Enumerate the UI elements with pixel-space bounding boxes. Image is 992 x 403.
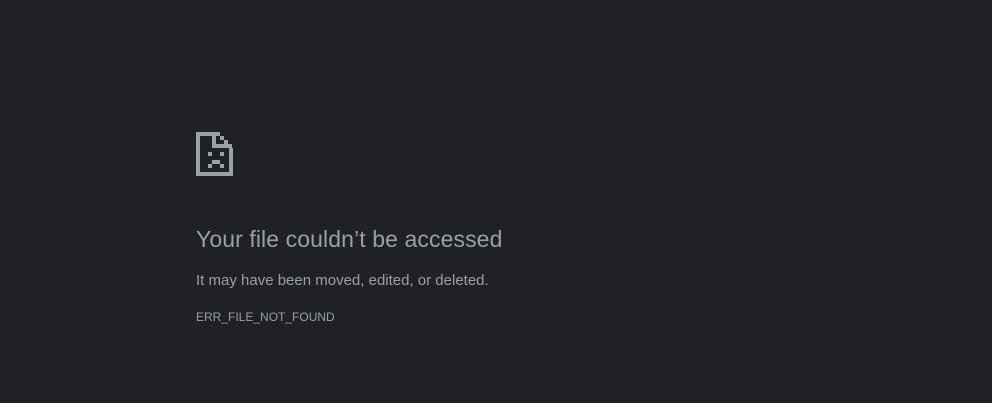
error-message: It may have been moved, edited, or delet… bbox=[196, 272, 489, 289]
sad-file-icon bbox=[196, 132, 233, 176]
error-title: Your file couldn’t be accessed bbox=[196, 226, 503, 252]
error-page: Your file couldn’t be accessed It may ha… bbox=[0, 0, 992, 403]
error-code: ERR_FILE_NOT_FOUND bbox=[196, 310, 335, 324]
